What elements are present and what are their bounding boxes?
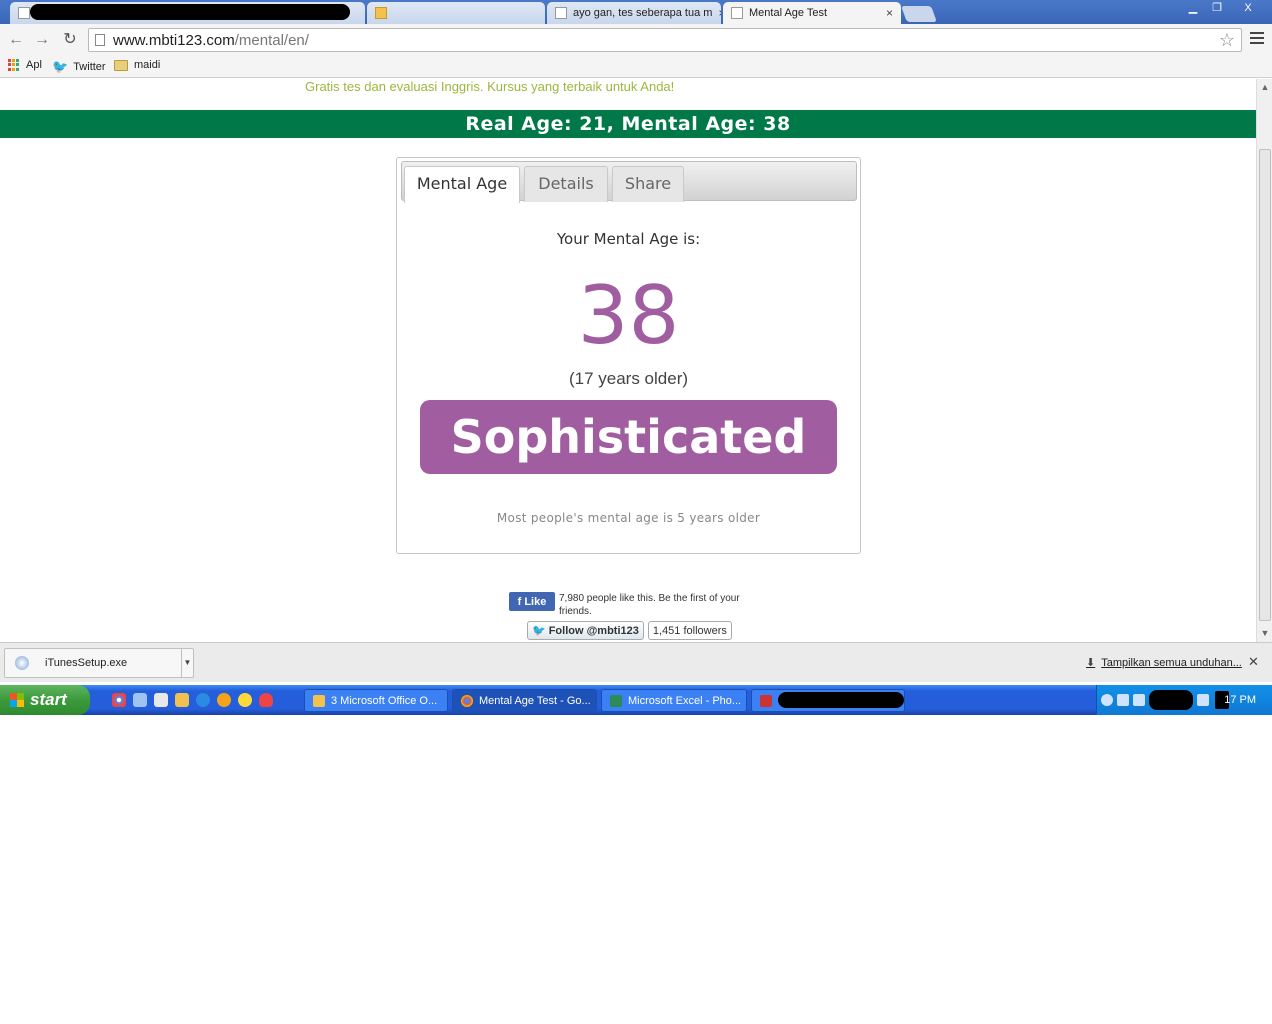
menu-icon[interactable] [1250,32,1264,46]
twitter-follow-button[interactable]: 🐦 Follow @mbti123 [527,621,644,640]
messenger-quicklaunch-icon[interactable] [175,693,189,707]
tab-favicon [18,7,30,19]
tab-favicon [731,7,743,19]
close-window-button[interactable]: X [1232,1,1264,16]
tray-app-icon[interactable] [1133,694,1145,706]
comparison-note: Most people's mental age is 5 years olde… [496,511,761,525]
scroll-thumb[interactable] [1259,149,1271,621]
promo-link[interactable]: Gratis tes dan evaluasi Inggris. Kursus … [305,79,674,94]
browser-quicklaunch-icon[interactable] [133,693,147,707]
tray-network-icon[interactable] [1117,694,1129,706]
facebook-like-count: 7,980 people like this. Be the first of … [559,593,740,617]
twitter-bird-icon: 🐦 [52,59,69,74]
apps-grid-icon [8,59,20,71]
scroll-down-icon[interactable]: ▼ [1259,627,1271,639]
page-scrollbar[interactable]: ▲ ▼ [1256,79,1272,642]
browser-toolbar: ← → ↻ www.mbti123.com/mental/en/ ☆ [0,24,1272,56]
excel-icon [610,694,622,707]
twitter-bird-icon: 🐦 [532,625,546,637]
download-shelf: iTunesSetup.exe ▼ ⬇ Tampilkan semua undu… [0,642,1272,682]
result-banner: Real Age: 21, Mental Age: 38 [0,110,1256,138]
redaction-scribble [1149,690,1193,710]
tab-favicon [555,7,567,19]
scroll-up-icon[interactable]: ▲ [1259,81,1271,93]
chat-quicklaunch-icon[interactable] [259,693,273,707]
tab-title: Mental Age Test [749,7,828,19]
notepad-quicklaunch-icon[interactable] [154,693,168,707]
installer-icon [15,656,29,670]
tab-close-icon[interactable]: × [880,6,893,20]
bookmark-twitter[interactable]: 🐦 Twitter [52,59,106,75]
start-button[interactable]: start [0,685,90,715]
download-arrow-icon: ⬇ [1086,657,1096,669]
system-tray: 17 PM [1096,685,1272,715]
result-tabbar: Mental Age Details Share [401,161,857,203]
page-icon [95,34,105,46]
chrome-icon [461,694,473,707]
download-options-arrow-icon[interactable]: ▼ [181,649,193,677]
media-player-quicklaunch-icon[interactable] [217,693,231,707]
url-text: www.mbti123.com/mental/en/ [113,31,309,49]
tab-mental-age[interactable]: Mental Age [404,166,520,203]
browser-tab-3[interactable]: ayo gan, tes seberapa tua m × [547,2,721,24]
tray-expand-icon[interactable] [1101,694,1113,706]
pdf-icon [760,694,772,707]
taskbar-item-office[interactable]: 3 Microsoft Office O... [304,689,448,712]
twitter-follow-widget: 🐦 Follow @mbti123 1,451 followers [527,621,732,640]
tab-close-icon[interactable]: × [712,6,721,20]
taskbar-clock[interactable]: 17 PM [1224,694,1256,706]
tab-share[interactable]: Share [612,166,684,202]
tab-title: ayo gan, tes seberapa tua m [573,7,713,19]
windows-flag-icon [10,693,24,707]
show-all-downloads-link[interactable]: ⬇ Tampilkan semua unduhan... [1086,656,1242,670]
facebook-icon: f [517,595,522,608]
tab-favicon [375,7,387,19]
office-icon [313,694,325,707]
screen: ayo gan, tes seberapa tua m × Mental Age… [0,0,1272,1024]
tab-details[interactable]: Details [524,166,608,202]
close-shelf-icon[interactable]: ✕ [1248,654,1259,670]
redaction-scribble [778,692,904,708]
taskbar-item-excel[interactable]: Microsoft Excel - Pho... [601,689,747,712]
personality-label: Sophisticated [420,400,837,474]
result-panel: Mental Age Details Share Your Mental Age… [396,157,861,554]
result-lead-text: Your Mental Age is: [556,230,701,248]
bookmark-apps[interactable]: Apl [8,59,42,71]
smiley-quicklaunch-icon[interactable] [238,693,252,707]
redaction-scribble [30,4,350,20]
page-viewport: Gratis tes dan evaluasi Inggris. Kursus … [0,79,1256,642]
minimize-button[interactable]: ▁ [1182,1,1204,16]
address-bar[interactable]: www.mbti123.com/mental/en/ ☆ [88,28,1242,52]
back-arrow-icon[interactable]: ← [6,30,26,50]
browser-tab-active[interactable]: Mental Age Test × [723,2,901,24]
taskbar-item-chrome[interactable]: Mental Age Test - Go... [452,689,597,712]
bookmark-star-icon[interactable]: ☆ [1219,30,1235,51]
ie-quicklaunch-icon[interactable] [196,693,210,707]
reload-icon[interactable]: ↻ [60,30,80,50]
new-tab-button[interactable] [901,6,937,22]
tab-strip: ayo gan, tes seberapa tua m × Mental Age… [0,0,1272,24]
folder-icon [114,59,128,71]
browser-tab-2[interactable] [367,2,545,24]
taskbar: start 3 Microsoft Office O... Mental Age… [0,685,1272,715]
forward-arrow-icon[interactable]: → [32,30,52,50]
facebook-like-button[interactable]: f Like [509,592,555,611]
restore-button[interactable]: ❐ [1206,1,1228,16]
facebook-like-widget: f Like 7,980 people like this. Be the fir… [509,592,759,618]
twitter-follower-count: 1,451 followers [647,621,732,640]
age-difference: (17 years older) [568,369,689,388]
bookmarks-bar: Apl 🐦 Twitter maidi [0,56,1272,78]
mental-age-number: 38 [577,269,680,362]
download-item[interactable]: iTunesSetup.exe ▼ [4,648,194,678]
bookmark-maidi[interactable]: maidi [114,59,160,71]
tray-app-icon[interactable] [1197,694,1209,706]
chrome-quicklaunch-icon[interactable] [112,693,126,707]
